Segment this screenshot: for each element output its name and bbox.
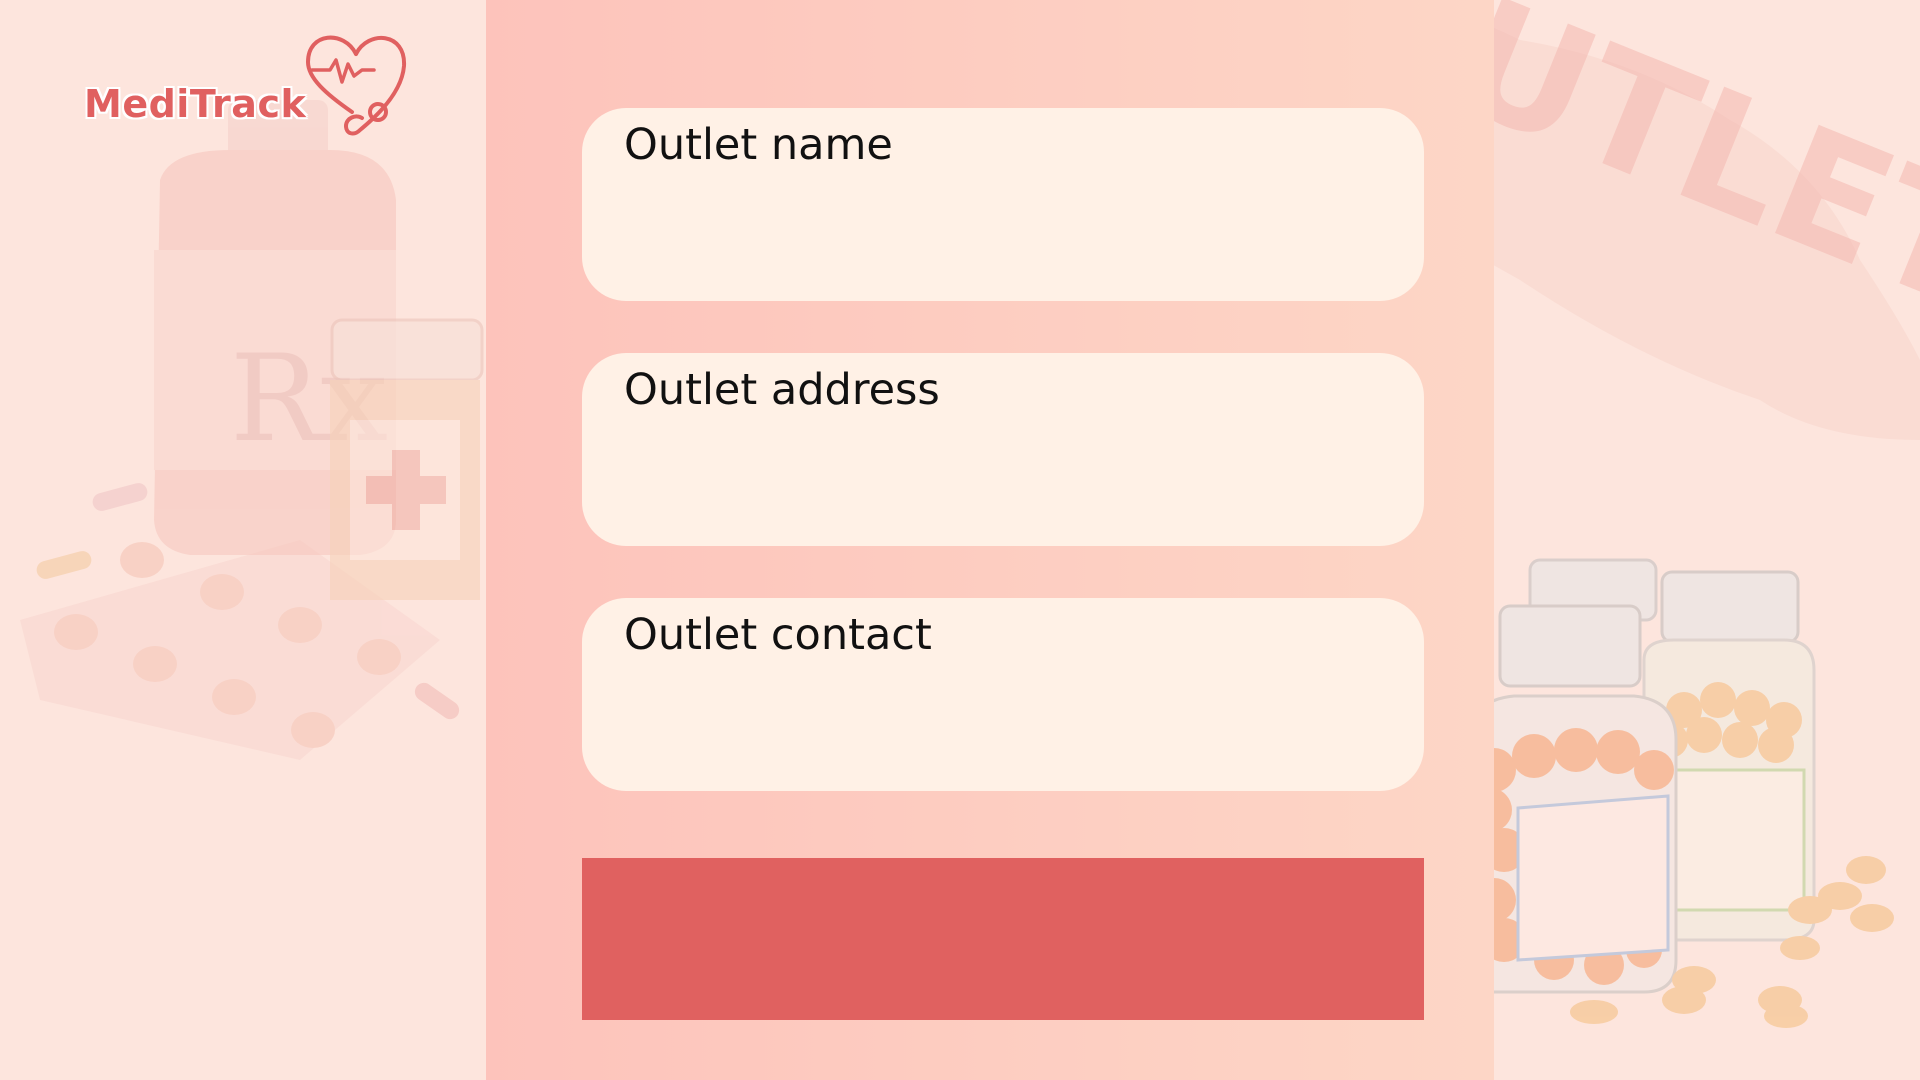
brand-name: MediTrack [84,82,307,126]
submit-button[interactable] [582,858,1424,1020]
outlet-address-input[interactable] [624,422,1388,505]
outlet-contact-label: Outlet contact [624,610,932,660]
outlet-contact-input[interactable] [624,667,1388,750]
outlet-contact-field[interactable]: Outlet contact [582,598,1424,791]
pill-jar-icon [1494,558,1894,1028]
heart-stethoscope-icon [305,35,407,136]
page: Rx OUTLET MediTrack Outlet name Outlet a… [0,0,1920,1080]
form-panel: Outlet name Outlet address Outlet contac… [486,0,1494,1080]
outlet-address-field[interactable]: Outlet address [582,353,1424,546]
outlet-name-field[interactable]: Outlet name [582,108,1424,301]
outlet-name-label: Outlet name [624,120,893,170]
brand-logo[interactable]: MediTrack [80,26,410,146]
outlet-address-label: Outlet address [624,365,940,415]
prescription-bottle-icon: Rx [20,100,484,760]
outlet-name-input[interactable] [624,177,1388,260]
